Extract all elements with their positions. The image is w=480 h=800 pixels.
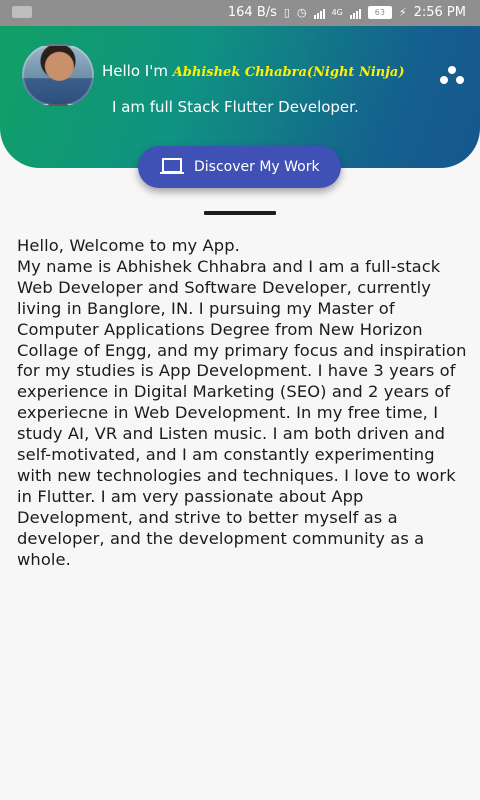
vibrate-icon: ▯: [283, 5, 290, 19]
signal-icon: [313, 7, 325, 19]
status-indicators: 164 B/s ▯ ◷ 4G 63 ⚡ 2:56 PM: [228, 5, 466, 20]
laptop-icon: [160, 158, 184, 176]
more-dots-icon[interactable]: [440, 66, 464, 86]
alarm-icon: ◷: [296, 5, 307, 19]
developer-title: I am full Stack Flutter Developer.: [112, 98, 359, 116]
network-speed: 164 B/s: [227, 5, 277, 20]
discover-button-label: Discover My Work: [194, 159, 320, 175]
avatar[interactable]: [22, 44, 94, 106]
battery-icon: 63: [367, 6, 392, 19]
charging-icon: ⚡: [398, 5, 407, 19]
volte-icon: [12, 6, 32, 18]
greeting: Hello I'm Abhishek Chhabra(Night Ninja): [102, 62, 405, 80]
developer-name: Abhishek Chhabra(Night Ninja): [172, 65, 405, 80]
signal-icon-2: [349, 7, 361, 19]
discover-my-work-button[interactable]: Discover My Work: [138, 146, 341, 188]
greeting-prefix: Hello I'm: [102, 62, 173, 80]
about-text: Hello, Welcome to my App. My name is Abh…: [17, 236, 467, 569]
status-bar: 164 B/s ▯ ◷ 4G 63 ⚡ 2:56 PM: [0, 0, 480, 26]
network-type-label: 4G: [331, 7, 343, 17]
app-screen: 164 B/s ▯ ◷ 4G 63 ⚡ 2:56 PM Hello I'm Ab…: [0, 0, 480, 800]
volte-indicator: [12, 6, 32, 22]
clock: 2:56 PM: [413, 5, 466, 20]
section-divider: [204, 211, 276, 215]
